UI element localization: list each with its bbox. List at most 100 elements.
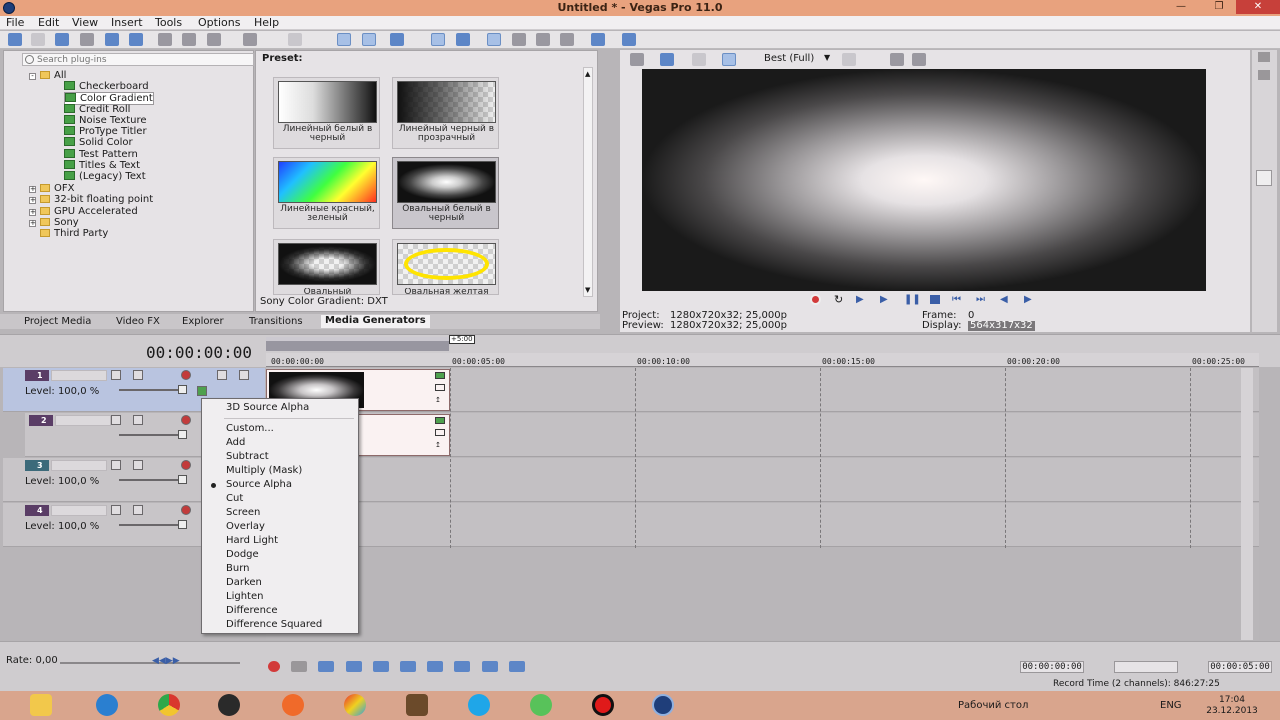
track-name-field[interactable] [55, 415, 111, 426]
tree-node-32bit[interactable]: +32-bit floating point [29, 194, 153, 205]
event-fx-icon[interactable]: ↥ [435, 441, 445, 449]
chrome-icon[interactable] [158, 694, 180, 716]
tab-video-fx[interactable]: Video FX [116, 316, 160, 327]
track-lane-3[interactable] [266, 458, 1259, 502]
tree-node-legacy-text[interactable]: (Legacy) Text [64, 171, 146, 182]
menu-edit[interactable]: Edit [38, 16, 59, 29]
preset-oval-white-black[interactable]: Овальный белый в черный [392, 157, 499, 229]
timeline-timecode[interactable]: 00:00:00:00 [146, 343, 252, 362]
composite-parent-icon[interactable] [111, 370, 121, 380]
envelope-tool-icon[interactable] [512, 33, 526, 46]
tab-explorer[interactable]: Explorer [182, 316, 224, 327]
level-slider[interactable] [119, 385, 187, 394]
play-from-start-icon[interactable] [318, 661, 335, 672]
zoom-slider-handle[interactable] [1256, 170, 1272, 186]
auto-crossfade-icon[interactable] [362, 33, 376, 46]
record-icon[interactable] [810, 294, 821, 305]
rate-slider[interactable] [60, 662, 240, 664]
track-lane-4[interactable] [266, 503, 1259, 547]
preset-linear-red-green[interactable]: Линейные красный, зеленый [273, 157, 380, 229]
right-dock-scroll[interactable] [1252, 50, 1277, 332]
selection-tool-icon[interactable] [536, 33, 550, 46]
input-language[interactable]: ENG [1160, 700, 1182, 711]
menu-options[interactable]: Options [198, 16, 240, 29]
go-to-end-icon[interactable] [454, 661, 471, 672]
track-fx-icon[interactable] [181, 370, 191, 380]
menu-item-dodge[interactable]: Dodge [202, 548, 358, 562]
track-fx-icon[interactable] [181, 415, 191, 425]
record-icon[interactable] [268, 661, 280, 672]
split-screen-icon[interactable] [722, 53, 736, 66]
loop-region-bar[interactable] [266, 337, 449, 351]
plugin-search-input[interactable] [37, 54, 247, 65]
menu-file[interactable]: File [6, 16, 24, 29]
play-from-start-icon[interactable]: ▶ [856, 294, 864, 305]
help-icon[interactable] [622, 33, 636, 46]
track-fx-icon[interactable] [181, 460, 191, 470]
menu-item-subtract[interactable]: Subtract [202, 450, 358, 464]
tree-node-solid-color[interactable]: Solid Color [64, 137, 133, 148]
file-explorer-icon[interactable] [30, 694, 52, 716]
selection-length-field[interactable]: 00:00:05:00 [1208, 661, 1272, 673]
scroll-up-icon[interactable]: ▲ [585, 70, 590, 78]
menu-tools[interactable]: Tools [155, 16, 182, 29]
stop-icon[interactable] [399, 661, 416, 672]
menu-item-darken[interactable]: Darken [202, 576, 358, 590]
skype-icon[interactable] [468, 694, 490, 716]
vegas-taskbar-icon[interactable] [652, 694, 674, 716]
loop-icon[interactable]: ↻ [834, 293, 843, 306]
properties-icon[interactable] [129, 33, 143, 46]
menu-help[interactable]: Help [254, 16, 279, 29]
track-motion-icon[interactable] [133, 415, 143, 425]
tree-node-noise-texture[interactable]: Noise Texture [64, 115, 147, 126]
game-icon[interactable] [406, 694, 428, 716]
slider-knob[interactable] [178, 520, 187, 529]
menu-item-overlay[interactable]: Overlay [202, 520, 358, 534]
rate-handle-icon[interactable]: ◀◀▶▶ [152, 656, 180, 666]
expand-icon[interactable]: + [29, 197, 36, 204]
menu-view[interactable]: View [72, 16, 98, 29]
save-as-icon[interactable] [80, 33, 94, 46]
plugin-search-box[interactable] [22, 53, 254, 66]
tree-node-checkerboard[interactable]: Checkerboard [64, 81, 149, 92]
loop-playback-icon[interactable] [291, 661, 308, 672]
compositing-mode-icon[interactable] [197, 386, 207, 396]
internet-explorer-icon[interactable] [96, 694, 118, 716]
normal-edit-tool-icon[interactable] [487, 33, 501, 46]
tree-node-all[interactable]: - All [29, 70, 66, 81]
cut-icon[interactable] [158, 33, 172, 46]
event-pan-crop-icon[interactable] [435, 372, 445, 379]
system-clock[interactable]: 17:04 23.12.2013 [1200, 695, 1264, 717]
slider-knob[interactable] [178, 430, 187, 439]
menu-item-screen[interactable]: Screen [202, 506, 358, 520]
auto-ripple-icon[interactable] [390, 33, 404, 46]
overlays-icon[interactable] [842, 53, 856, 66]
composite-parent-icon[interactable] [111, 415, 121, 425]
expand-icon[interactable]: + [29, 220, 36, 227]
level-slider[interactable] [119, 475, 187, 484]
previous-frame-icon[interactable]: ◀ [1000, 294, 1008, 305]
timeline-ruler[interactable]: 00:00:00:00 00:00:05:00 00:00:10:00 00:0… [266, 353, 1259, 367]
menu-item-source-alpha[interactable]: Source Alpha [202, 478, 358, 492]
composite-parent-icon[interactable] [111, 505, 121, 515]
render-as-icon[interactable] [105, 33, 119, 46]
slider-knob[interactable] [178, 475, 187, 484]
undo-icon[interactable] [243, 33, 257, 46]
maximize-button[interactable]: ❐ [1206, 0, 1232, 14]
save-snapshot-icon[interactable] [912, 53, 926, 66]
new-project-icon[interactable] [8, 33, 22, 46]
picasa-icon[interactable] [344, 694, 366, 716]
minimize-button[interactable]: — [1168, 0, 1194, 14]
desktop-toolbar-label[interactable]: Рабочий стол [958, 700, 1028, 711]
event-pan-crop-icon[interactable] [435, 417, 445, 424]
scroll-down-icon[interactable]: ▼ [585, 286, 590, 294]
event-crop-icon[interactable] [435, 384, 445, 391]
selection-start-field[interactable] [1114, 661, 1178, 673]
tree-node-third-party[interactable]: Third Party [40, 228, 108, 239]
level-slider[interactable] [119, 520, 187, 529]
copy-snapshot-icon[interactable] [890, 53, 904, 66]
menu-item-add[interactable]: Add [202, 436, 358, 450]
track-motion-icon[interactable] [133, 370, 143, 380]
previous-frame-icon[interactable] [481, 661, 498, 672]
solo-icon[interactable] [239, 370, 249, 380]
